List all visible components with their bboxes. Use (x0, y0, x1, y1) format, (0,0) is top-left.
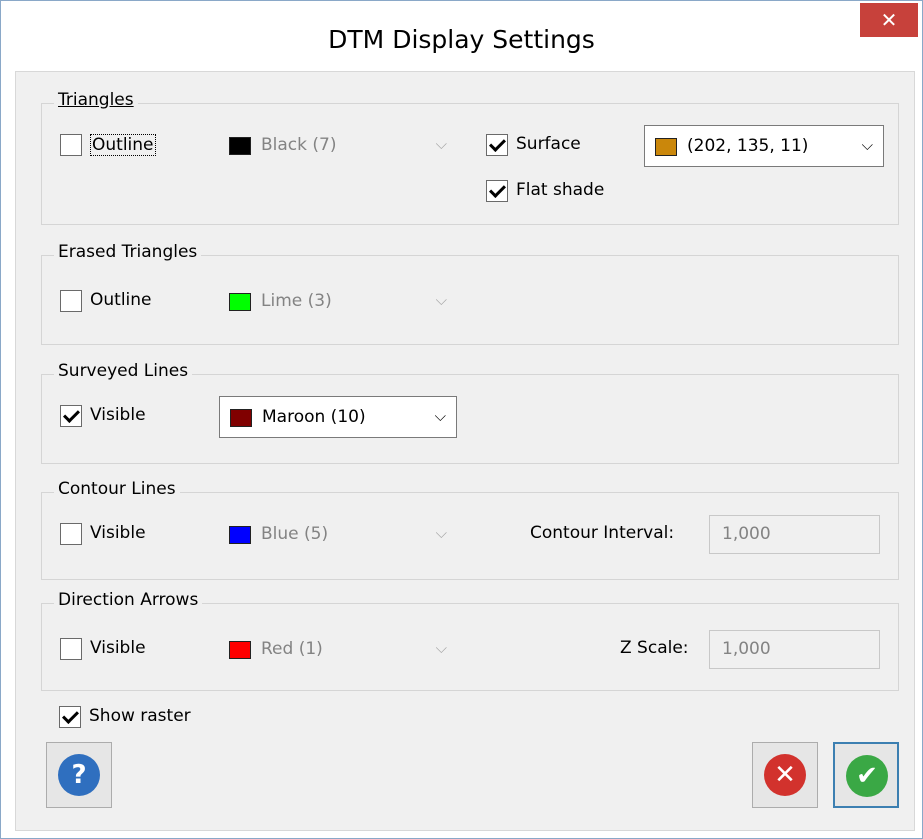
contour-color-combo[interactable]: Blue (5) ⌵ (219, 514, 457, 556)
show-raster-checkbox[interactable] (59, 706, 81, 728)
group-triangles: Triangles Outline Black (7) ⌵ Surface (2… (41, 90, 899, 225)
group-title-triangles: Triangles (54, 90, 138, 110)
combo-value: (202, 135, 11) (687, 136, 809, 156)
triangles-outline-label: Outline (90, 134, 156, 156)
triangles-legend-mnemonic: Triangles (58, 90, 134, 110)
surface-color-combo[interactable]: (202, 135, 11) ⌵ (644, 125, 884, 167)
surface-label: Surface (516, 134, 581, 154)
help-icon: ? (58, 754, 100, 796)
erased-outline-color-combo[interactable]: Lime (3) ⌵ (219, 281, 457, 323)
contour-visible-checkbox[interactable] (60, 523, 82, 545)
surveyed-visible-label: Visible (90, 405, 146, 425)
combo-value: Blue (5) (261, 524, 329, 544)
help-button[interactable]: ? (46, 742, 112, 808)
chevron-down-icon: ⌵ (435, 291, 447, 309)
color-swatch (229, 137, 251, 155)
erased-outline-label: Outline (90, 290, 152, 310)
surveyed-visible-checkbox[interactable] (60, 405, 82, 427)
cancel-icon: ✕ (764, 754, 806, 796)
ok-button[interactable]: ✔ (833, 742, 899, 808)
color-swatch (655, 138, 677, 156)
arrows-visible-label: Visible (90, 638, 146, 658)
dialog-title: DTM Display Settings (328, 25, 595, 54)
triangles-outline-checkbox[interactable] (60, 134, 82, 156)
cancel-button[interactable]: ✕ (752, 742, 818, 808)
z-scale-field[interactable]: 1,000 (709, 630, 880, 669)
combo-value: Black (7) (261, 135, 337, 155)
group-title-surveyed-lines: Surveyed Lines (54, 361, 193, 381)
ok-icon: ✔ (846, 755, 888, 797)
title-bar[interactable]: DTM Display Settings ✕ (1, 1, 922, 77)
dialog-window: DTM Display Settings ✕ Triangles Outline… (0, 0, 923, 839)
chevron-down-icon: ⌵ (435, 639, 447, 657)
color-swatch (229, 293, 251, 311)
contour-interval-field[interactable]: 1,000 (709, 515, 880, 554)
chevron-down-icon: ⌵ (435, 524, 447, 542)
close-icon: ✕ (880, 8, 898, 32)
color-swatch (230, 409, 252, 427)
surveyed-color-combo[interactable]: Maroon (10) ⌵ (219, 396, 457, 438)
chevron-down-icon: ⌵ (861, 136, 873, 154)
color-swatch (229, 526, 251, 544)
contour-interval-label: Contour Interval: (530, 523, 675, 543)
triangles-outline-color-combo[interactable]: Black (7) ⌵ (219, 125, 457, 167)
group-erased-triangles: Erased Triangles Outline Lime (3) ⌵ (41, 242, 899, 345)
combo-value: Lime (3) (261, 291, 332, 311)
group-title-direction-arrows: Direction Arrows (54, 590, 203, 610)
dialog-client-area: Triangles Outline Black (7) ⌵ Surface (2… (15, 71, 915, 831)
erased-outline-checkbox[interactable] (60, 290, 82, 312)
chevron-down-icon: ⌵ (434, 407, 446, 425)
surface-checkbox[interactable] (486, 134, 508, 156)
group-title-erased-triangles: Erased Triangles (54, 242, 202, 262)
close-button[interactable]: ✕ (860, 3, 918, 37)
chevron-down-icon: ⌵ (435, 135, 447, 153)
arrows-visible-checkbox[interactable] (60, 638, 82, 660)
flat-shade-label: Flat shade (516, 180, 605, 200)
arrows-color-combo[interactable]: Red (1) ⌵ (219, 629, 457, 671)
group-direction-arrows: Direction Arrows Visible Red (1) ⌵ Z Sca… (41, 590, 899, 691)
contour-visible-label: Visible (90, 523, 146, 543)
show-raster-label: Show raster (89, 706, 191, 726)
combo-value: Maroon (10) (262, 407, 366, 427)
z-scale-label: Z Scale: (620, 638, 689, 658)
group-title-contour-lines: Contour Lines (54, 479, 180, 499)
group-surveyed-lines: Surveyed Lines Visible Maroon (10) ⌵ (41, 361, 899, 464)
group-contour-lines: Contour Lines Visible Blue (5) ⌵ Contour… (41, 479, 899, 580)
flat-shade-checkbox[interactable] (486, 180, 508, 202)
combo-value: Red (1) (261, 639, 323, 659)
color-swatch (229, 641, 251, 659)
